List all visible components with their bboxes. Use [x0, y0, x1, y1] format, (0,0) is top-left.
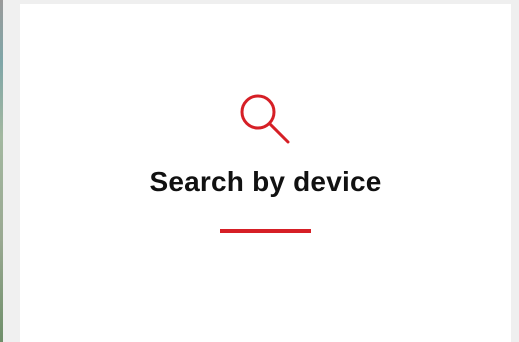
page: Search by device — [0, 0, 519, 342]
search-icon — [240, 94, 290, 144]
accent-divider — [220, 229, 311, 233]
card-title: Search by device — [149, 166, 382, 197]
